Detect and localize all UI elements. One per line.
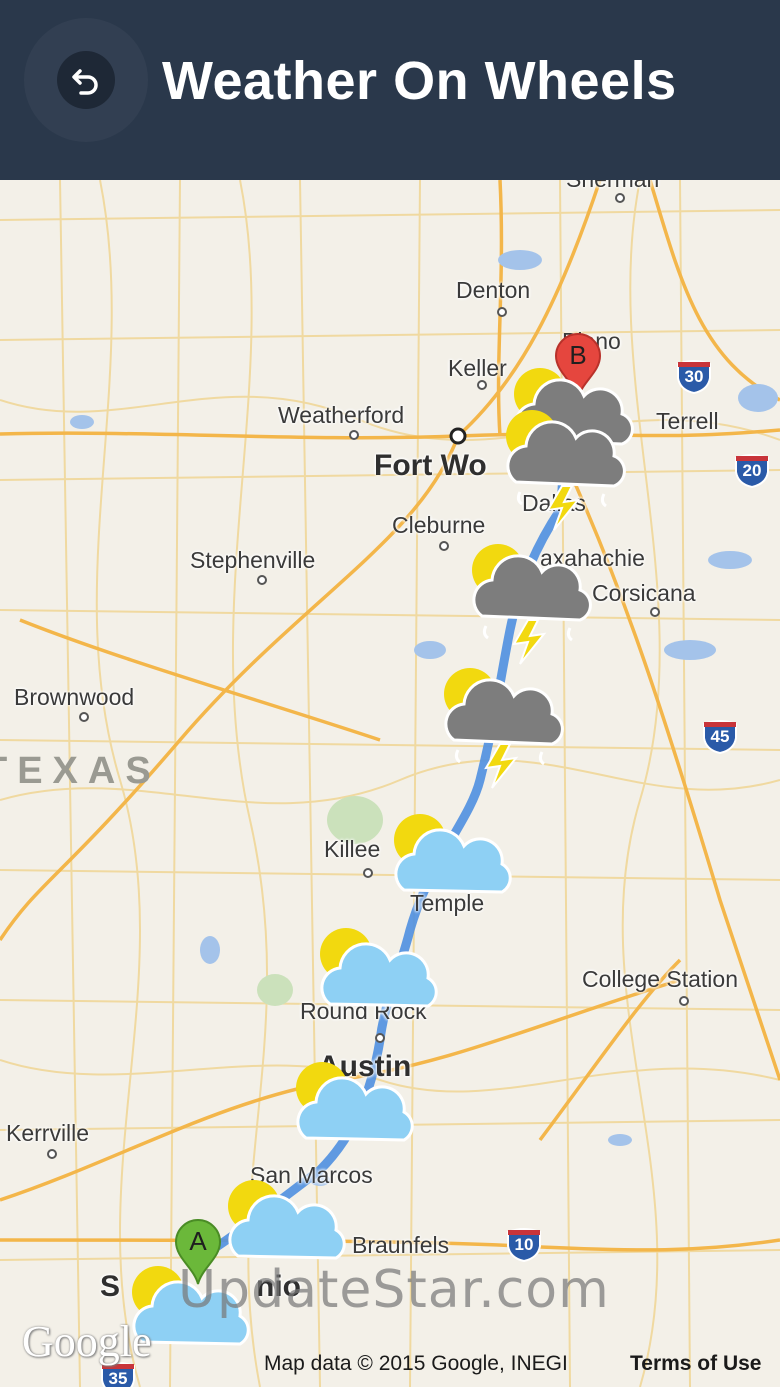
city-label-fort-worth: Fort Wo bbox=[374, 449, 487, 482]
partly-cloudy-icon[interactable] bbox=[220, 1178, 360, 1267]
start-marker-label: A bbox=[189, 1226, 207, 1256]
interstate-20-label: 20 bbox=[742, 461, 762, 480]
interstate-10-label: 10 bbox=[514, 1235, 534, 1254]
watermark: UpdateStar.com bbox=[178, 1260, 610, 1320]
city-label-new-braunfels: Braunfels bbox=[352, 1232, 450, 1258]
city-label-terrell: Terrell bbox=[656, 408, 719, 434]
state-label: TEXAS bbox=[0, 750, 161, 792]
city-label-college-station: College Station bbox=[582, 966, 738, 992]
city-label-keller: Keller bbox=[448, 355, 507, 381]
thunderstorm-icon[interactable] bbox=[496, 408, 636, 537]
city-label-killeen: Killee bbox=[324, 836, 381, 862]
city-label-brownwood: Brownwood bbox=[14, 684, 135, 710]
thunderstorm-icon[interactable] bbox=[462, 542, 602, 671]
city-label-kerrville: Kerrville bbox=[6, 1120, 90, 1146]
partly-cloudy-icon[interactable] bbox=[288, 1060, 428, 1149]
app-bar: Weather On Wheels bbox=[0, 0, 780, 180]
city-label-sherman: Sherman bbox=[566, 180, 659, 193]
app-title: Weather On Wheels bbox=[162, 51, 677, 111]
back-button[interactable] bbox=[24, 18, 148, 142]
city-label-san-antonio-a: S bbox=[100, 1270, 121, 1303]
route-map[interactable]: Sherman Denton Plano Keller Weatherford … bbox=[0, 180, 780, 1387]
map-attribution: Map data © 2015 Google, INEGI bbox=[264, 1352, 568, 1375]
interstate-45-label: 45 bbox=[710, 727, 730, 746]
google-logo: Google bbox=[22, 1317, 152, 1366]
interstate-35-label: 35 bbox=[108, 1369, 128, 1387]
city-label-corsicana: Corsicana bbox=[592, 580, 696, 606]
interstate-30-shield: 30 bbox=[676, 358, 712, 395]
interstate-45-shield: 45 bbox=[702, 718, 738, 755]
city-label-denton: Denton bbox=[456, 277, 531, 303]
interstate-10-shield: 10 bbox=[506, 1226, 542, 1263]
thunderstorm-icon[interactable] bbox=[434, 666, 574, 795]
terms-of-use-link[interactable]: Terms of Use bbox=[630, 1352, 762, 1376]
back-arrow-icon bbox=[57, 51, 115, 109]
partly-cloudy-icon[interactable] bbox=[386, 812, 526, 901]
partly-cloudy-icon[interactable] bbox=[312, 926, 452, 1015]
interstate-20-shield: 20 bbox=[734, 452, 770, 489]
city-label-weatherford: Weatherford bbox=[278, 402, 405, 428]
interstate-30-label: 30 bbox=[684, 367, 704, 386]
city-label-stephenville: Stephenville bbox=[190, 547, 316, 573]
city-label-cleburne: Cleburne bbox=[392, 512, 486, 538]
